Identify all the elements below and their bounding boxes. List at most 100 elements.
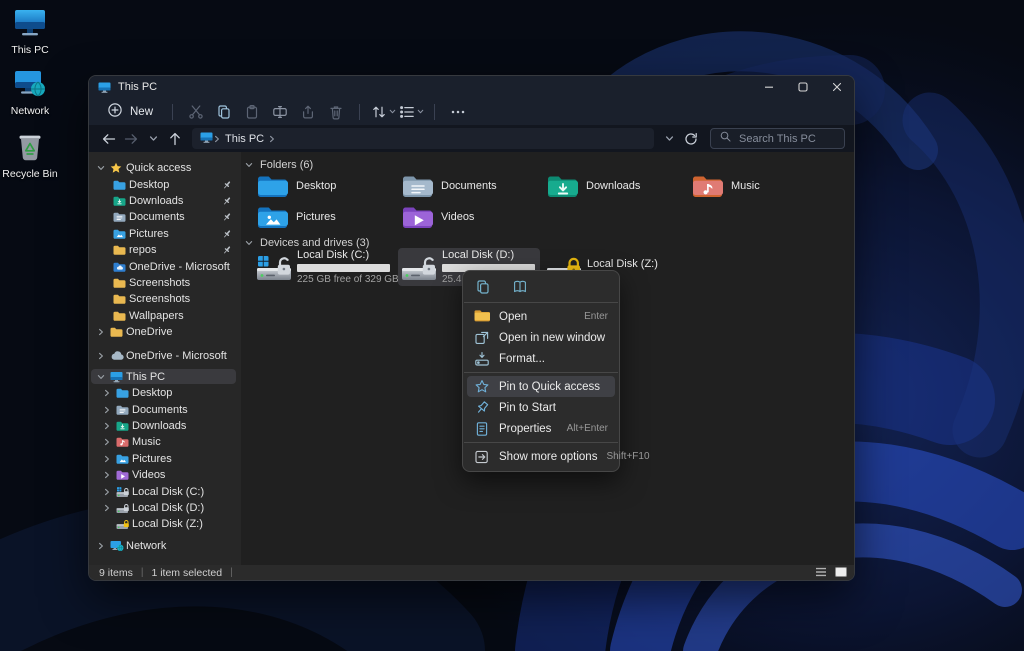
sidebar-item-downloads[interactable]: Downloads [89,193,241,209]
folder-tile-label: Documents [441,180,497,192]
cut-button[interactable] [182,101,210,123]
network-icon [110,540,124,551]
chevron-right-icon[interactable] [97,352,105,360]
view-button[interactable] [397,101,425,123]
sidebar-item-local-disk-d-[interactable]: Local Disk (D:) [89,500,241,516]
breadcrumb[interactable]: This PC [192,128,654,149]
new-button[interactable]: New [101,99,163,124]
chevron-right-icon[interactable] [103,422,111,430]
folder-yellow-icon [113,294,126,305]
sidebar-item-pictures[interactable]: Pictures [89,226,241,242]
folders-group-header[interactable]: Folders (6) [245,156,313,174]
drive-icon [400,252,438,287]
sidebar-item-quick-access[interactable]: Quick access [89,160,241,176]
sidebar-item-local-disk-z-[interactable]: Local Disk (Z:) [89,516,241,532]
sidebar-item-screenshots[interactable]: Screenshots [89,275,241,291]
address-dropdown-button[interactable] [658,128,680,150]
see-more-button[interactable] [444,101,472,123]
sidebar-item-onedrive-microsoft[interactable]: OneDrive - Microsoft [89,348,241,364]
sidebar-item-label: Music [132,436,161,449]
desktop-icon-this-pc[interactable]: This PC [0,8,60,56]
menu-item-pin-to-quick-access[interactable]: Pin to Quick access [467,376,615,397]
chevron-right-icon[interactable] [103,471,111,479]
sidebar-item-local-disk-c-[interactable]: Local Disk (C:) [89,483,241,499]
sidebar-item-desktop[interactable]: Desktop [89,385,241,401]
chevron-right-icon[interactable] [103,406,111,414]
folder-tile-music[interactable]: Music [689,173,834,201]
back-button[interactable] [98,128,120,150]
desktop-icon-network[interactable]: Network [0,69,60,117]
chevron-right-icon[interactable] [103,455,111,463]
documents-folder-icon [402,174,434,205]
drive-z-icon [116,519,130,530]
drive-tile-local-disk-c-[interactable]: Local Disk (C:) 225 GB free of 329 GB [253,248,399,286]
chevron-right-icon[interactable] [97,328,105,336]
sidebar-item-desktop[interactable]: Desktop [89,176,241,192]
menu-item-properties[interactable]: Properties Alt+Enter [467,418,615,439]
delete-button[interactable] [322,101,350,123]
sidebar-item-downloads[interactable]: Downloads [89,418,241,434]
sidebar-item-screenshots[interactable]: Screenshots [89,291,241,307]
more-options-icon [474,449,490,465]
close-button[interactable] [820,76,854,98]
menu-item-format-[interactable]: Format... [467,348,615,369]
chevron-right-icon[interactable] [103,389,111,397]
breadcrumb-segment[interactable]: This PC [225,133,264,145]
sidebar-item-onedrive-microsoft[interactable]: OneDrive - Microsoft [89,258,241,274]
refresh-button[interactable] [680,128,702,150]
sidebar-item-onedrive[interactable]: OneDrive [89,324,241,340]
minimize-button[interactable] [752,76,786,98]
menu-item-show-more-options[interactable]: Show more options Shift+F10 [467,446,650,467]
maximize-button[interactable] [786,76,820,98]
details-view-button[interactable] [814,566,828,578]
sidebar-item-network[interactable]: Network [89,538,241,554]
sidebar-item-music[interactable]: Music [89,434,241,450]
sidebar-item-videos[interactable]: Videos [89,467,241,483]
recent-locations-button[interactable] [142,128,164,150]
search-input[interactable] [739,132,836,145]
folder-tile-videos[interactable]: Videos [399,204,544,232]
sidebar-item-documents[interactable]: Documents [89,401,241,417]
sidebar-item-repos[interactable]: repos [89,242,241,258]
chevron-down-icon[interactable] [97,373,105,381]
menu-item-shortcut: Alt+Enter [566,423,608,434]
folder-tile-documents[interactable]: Documents [399,173,544,201]
sidebar-item-label: Pictures [129,227,169,240]
folder-tile-desktop[interactable]: Desktop [254,173,399,201]
open-folder-icon [474,309,490,325]
rename-button[interactable] [266,101,294,123]
sort-button[interactable] [369,101,397,123]
chevron-right-icon[interactable] [103,504,111,512]
sidebar-item-this-pc[interactable]: This PC [89,368,241,385]
menu-item-label: Pin to Quick access [499,380,600,393]
chevron-right-icon[interactable] [97,542,105,550]
folder-tile-pictures[interactable]: Pictures [254,204,399,232]
menu-item-open[interactable]: Open Enter [467,306,615,327]
menu-item-open-in-new-window[interactable]: Open in new window [467,327,615,348]
menu-item-pin-to-start[interactable]: Pin to Start [467,397,615,418]
forward-button[interactable] [120,128,142,150]
sidebar-item-documents[interactable]: Documents [89,209,241,225]
desktop-icon-recycle-bin[interactable]: Recycle Bin [0,130,60,180]
menu-item-shortcut: Shift+F10 [606,451,650,462]
cut-icon [188,104,204,120]
capacity-bar [297,264,390,272]
up-button[interactable] [164,128,186,150]
paste-icon[interactable] [512,279,528,295]
chevron-down-icon[interactable] [97,164,105,172]
sidebar-item-wallpapers[interactable]: Wallpapers [89,308,241,324]
large-icons-view-button[interactable] [834,566,848,578]
search-box[interactable] [710,128,845,149]
chevron-right-icon[interactable] [103,488,111,496]
copy-icon[interactable] [475,279,491,295]
sidebar-item-pictures[interactable]: Pictures [89,451,241,467]
folder-tile-downloads[interactable]: Downloads [544,173,689,201]
menu-item-label: Format... [499,352,546,365]
share-button[interactable] [294,101,322,123]
copy-button[interactable] [210,101,238,123]
paste-button[interactable] [238,101,266,123]
toolbar-separator [434,103,436,120]
folder-doc-icon [116,404,129,415]
pin-icon [222,212,232,222]
chevron-right-icon[interactable] [103,438,111,446]
